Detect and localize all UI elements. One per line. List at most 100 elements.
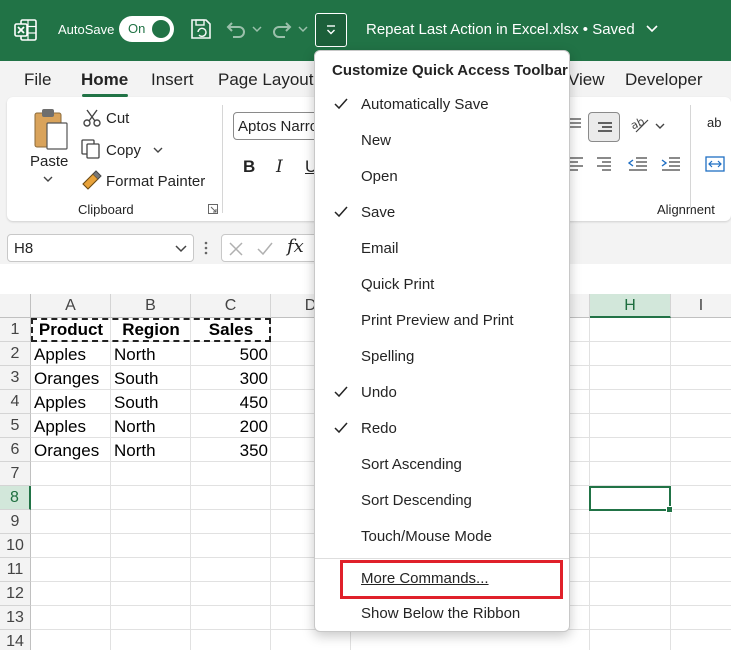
orientation-chevron-icon[interactable]	[655, 122, 665, 130]
cell-c1[interactable]: Sales	[191, 318, 271, 342]
row-header-11[interactable]: 11	[0, 558, 31, 582]
tab-view[interactable]: View	[568, 70, 605, 90]
paste-icon[interactable]	[31, 107, 71, 151]
menu-item-undo[interactable]: Undo	[315, 375, 569, 411]
row-header-12[interactable]: 12	[0, 582, 31, 606]
menu-item-quick-print[interactable]: Quick Print	[315, 267, 569, 303]
cut-label[interactable]: Cut	[106, 110, 129, 127]
cell-c3[interactable]: 300	[191, 367, 268, 391]
menu-item-print-preview-and-print[interactable]: Print Preview and Print	[315, 303, 569, 339]
cell-b6[interactable]: North	[114, 439, 156, 463]
tab-developer[interactable]: Developer	[625, 70, 703, 90]
active-cell-h8[interactable]	[589, 486, 673, 513]
increase-indent-icon[interactable]	[661, 155, 681, 171]
paste-label[interactable]: Paste	[30, 153, 68, 170]
decrease-indent-icon[interactable]	[628, 155, 648, 171]
merge-center-icon[interactable]	[705, 155, 725, 173]
autosave-toggle[interactable]: On	[119, 16, 174, 42]
undo-icon[interactable]	[224, 17, 248, 41]
row-header-7[interactable]: 7	[0, 462, 31, 486]
file-title[interactable]: Repeat Last Action in Excel.xlsx • Saved	[366, 21, 659, 38]
menu-item-email[interactable]: Email	[315, 231, 569, 267]
gridline-vertical	[110, 318, 111, 650]
menu-item-touch-mouse-mode[interactable]: Touch/Mouse Mode	[315, 519, 569, 555]
align-center-icon[interactable]	[568, 117, 582, 131]
cell-c2[interactable]: 500	[191, 343, 268, 367]
tab-insert[interactable]: Insert	[151, 70, 194, 90]
italic-button[interactable]: I	[276, 157, 283, 177]
row-header-3[interactable]: 3	[0, 366, 31, 390]
clipboard-launcher-icon[interactable]	[208, 204, 218, 214]
insert-function-button[interactable]: fx	[287, 236, 304, 257]
customize-qat-button[interactable]	[315, 13, 347, 47]
menu-item-automatically-save[interactable]: Automatically Save	[315, 87, 569, 123]
cell-a3[interactable]: Oranges	[34, 367, 99, 391]
format-painter-label[interactable]: Format Painter	[106, 173, 205, 190]
cell-a2[interactable]: Apples	[34, 343, 86, 367]
align-left-icon[interactable]	[568, 155, 584, 171]
copy-icon[interactable]	[80, 138, 102, 160]
menu-item-open[interactable]: Open	[315, 159, 569, 195]
menu-item-spelling[interactable]: Spelling	[315, 339, 569, 375]
row-header-1[interactable]: 1	[0, 318, 31, 342]
row-header-13[interactable]: 13	[0, 606, 31, 630]
menu-item-show-below-ribbon[interactable]: Show Below the Ribbon	[315, 596, 569, 632]
menu-item-save[interactable]: Save	[315, 195, 569, 231]
wrap-text-label[interactable]: ab	[707, 115, 721, 130]
tab-home[interactable]: Home	[81, 70, 128, 90]
row-header-9[interactable]: 9	[0, 510, 31, 534]
copy-label[interactable]: Copy	[106, 142, 141, 159]
cell-a4[interactable]: Apples	[34, 391, 86, 415]
cell-b5[interactable]: North	[114, 415, 156, 439]
cell-b1[interactable]: Region	[111, 318, 191, 342]
cell-b2[interactable]: North	[114, 343, 156, 367]
enter-check-icon[interactable]	[256, 241, 274, 257]
menu-item-sort-descending[interactable]: Sort Descending	[315, 483, 569, 519]
cell-b4[interactable]: South	[114, 391, 158, 415]
row-header-4[interactable]: 4	[0, 390, 31, 414]
row-header-6[interactable]: 6	[0, 438, 31, 462]
copy-chevron-icon[interactable]	[153, 146, 163, 154]
cell-c4[interactable]: 450	[191, 391, 268, 415]
column-header-i[interactable]: I	[671, 294, 731, 318]
cell-c6[interactable]: 350	[191, 439, 268, 463]
tab-file[interactable]: File	[24, 70, 51, 90]
column-header-h[interactable]: H	[590, 294, 671, 318]
row-header-5[interactable]: 5	[0, 414, 31, 438]
cell-a1[interactable]: Product	[31, 318, 111, 342]
cell-b3[interactable]: South	[114, 367, 158, 391]
row-header-14[interactable]: 14	[0, 630, 31, 650]
column-header-a[interactable]: A	[31, 294, 111, 318]
row-header-10[interactable]: 10	[0, 534, 31, 558]
undo-chevron-icon[interactable]	[252, 22, 262, 36]
chevron-down-icon[interactable]	[175, 244, 187, 253]
row-header-8[interactable]: 8	[0, 486, 31, 510]
cut-icon[interactable]	[82, 108, 102, 128]
cancel-icon[interactable]	[228, 241, 244, 257]
column-header-b[interactable]: B	[111, 294, 191, 318]
align-justify-icon[interactable]	[596, 155, 612, 171]
menu-item-sort-ascending[interactable]: Sort Ascending	[315, 447, 569, 483]
font-name-box[interactable]: Aptos Narro	[233, 112, 323, 140]
align-right-button[interactable]	[588, 112, 620, 142]
tab-page-layout[interactable]: Page Layout	[218, 70, 313, 90]
select-all-corner[interactable]	[0, 294, 31, 318]
bold-button[interactable]: B	[243, 157, 255, 177]
redo-icon[interactable]	[270, 17, 294, 41]
row-header-2[interactable]: 2	[0, 342, 31, 366]
more-options-icon[interactable]	[204, 240, 208, 256]
column-header-c[interactable]: C	[191, 294, 271, 318]
menu-item-new[interactable]: New	[315, 123, 569, 159]
menu-item-label: Sort Descending	[361, 492, 472, 509]
menu-item-redo[interactable]: Redo	[315, 411, 569, 447]
cell-a6[interactable]: Oranges	[34, 439, 99, 463]
redo-chevron-icon[interactable]	[298, 22, 308, 36]
cell-a5[interactable]: Apples	[34, 415, 86, 439]
format-painter-icon[interactable]	[80, 170, 102, 192]
orientation-icon[interactable]: ab	[630, 114, 652, 134]
save-icon[interactable]	[189, 17, 213, 41]
cell-c5[interactable]: 200	[191, 415, 268, 439]
menu-item-label: Email	[361, 240, 399, 257]
paste-chevron-icon[interactable]	[43, 175, 53, 183]
name-box[interactable]: H8	[7, 234, 194, 262]
